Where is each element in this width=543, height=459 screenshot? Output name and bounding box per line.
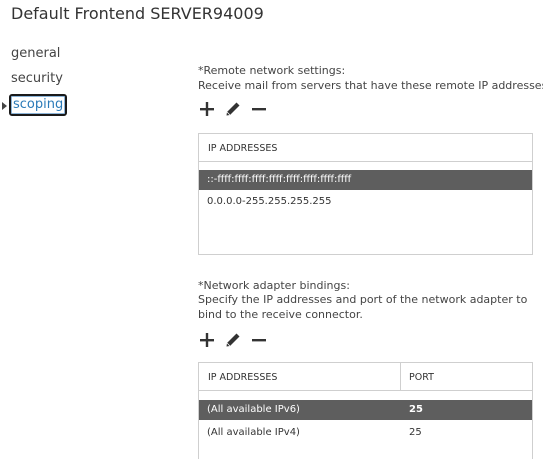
bindings-remove-button[interactable] (251, 332, 269, 350)
ip-address-cell: ::-ffff:ffff:ffff:ffff:ffff:ffff:ffff:ff… (207, 174, 352, 185)
minus-icon (252, 108, 266, 111)
receive-connector-dialog: Default Frontend SERVER94009 general sec… (0, 0, 543, 459)
table-row[interactable]: (All available IPv6) 25 (199, 400, 532, 420)
ip-address-cell: (All available IPv4) (207, 427, 300, 438)
remote-ip-grid: IP ADDRESSES ::-ffff:ffff:ffff:ffff:ffff… (198, 133, 533, 255)
ip-address-cell: 0.0.0.0-255.255.255.255 (207, 196, 332, 207)
pencil-icon (226, 102, 240, 116)
remote-network-heading: *Remote network settings: (198, 64, 346, 77)
ip-address-cell: (All available IPv6) (207, 404, 300, 415)
table-row[interactable]: ::-ffff:ffff:ffff:ffff:ffff:ffff:ffff:ff… (199, 170, 532, 190)
table-row[interactable]: (All available IPv4) 25 (199, 423, 532, 443)
plus-icon (200, 102, 214, 116)
table-row[interactable]: 0.0.0.0-255.255.255.255 (199, 192, 532, 212)
network-adapter-description-line1: Specify the IP addresses and port of the… (198, 293, 528, 306)
selected-caret-icon (2, 102, 7, 110)
column-divider (400, 363, 401, 391)
remote-add-button[interactable] (199, 101, 217, 119)
bindings-grid: IP ADDRESSES PORT (All available IPv6) 2… (198, 362, 533, 459)
remote-edit-button[interactable] (225, 101, 243, 119)
grid-header: IP ADDRESSES (199, 134, 532, 162)
page-title: Default Frontend SERVER94009 (11, 4, 264, 23)
port-cell: 25 (409, 404, 423, 415)
bindings-edit-button[interactable] (225, 332, 243, 350)
network-adapter-heading: *Network adapter bindings: (198, 279, 350, 292)
nav-item-security[interactable]: security (11, 71, 63, 86)
plus-icon (200, 333, 214, 347)
nav-item-scoping[interactable]: scoping (9, 94, 68, 116)
minus-icon (252, 339, 266, 342)
remote-remove-button[interactable] (251, 101, 269, 119)
nav-item-general[interactable]: general (11, 46, 60, 61)
column-header-port[interactable]: PORT (409, 372, 434, 383)
remote-network-description: Receive mail from servers that have thes… (198, 79, 543, 92)
network-adapter-description-line2: bind to the receive connector. (198, 308, 363, 321)
port-cell: 25 (409, 427, 422, 438)
bindings-add-button[interactable] (199, 332, 217, 350)
column-header-ip-addresses[interactable]: IP ADDRESSES (208, 143, 277, 154)
pencil-icon (226, 333, 240, 347)
grid-header: IP ADDRESSES PORT (199, 363, 532, 391)
column-header-ip-addresses[interactable]: IP ADDRESSES (208, 372, 277, 383)
